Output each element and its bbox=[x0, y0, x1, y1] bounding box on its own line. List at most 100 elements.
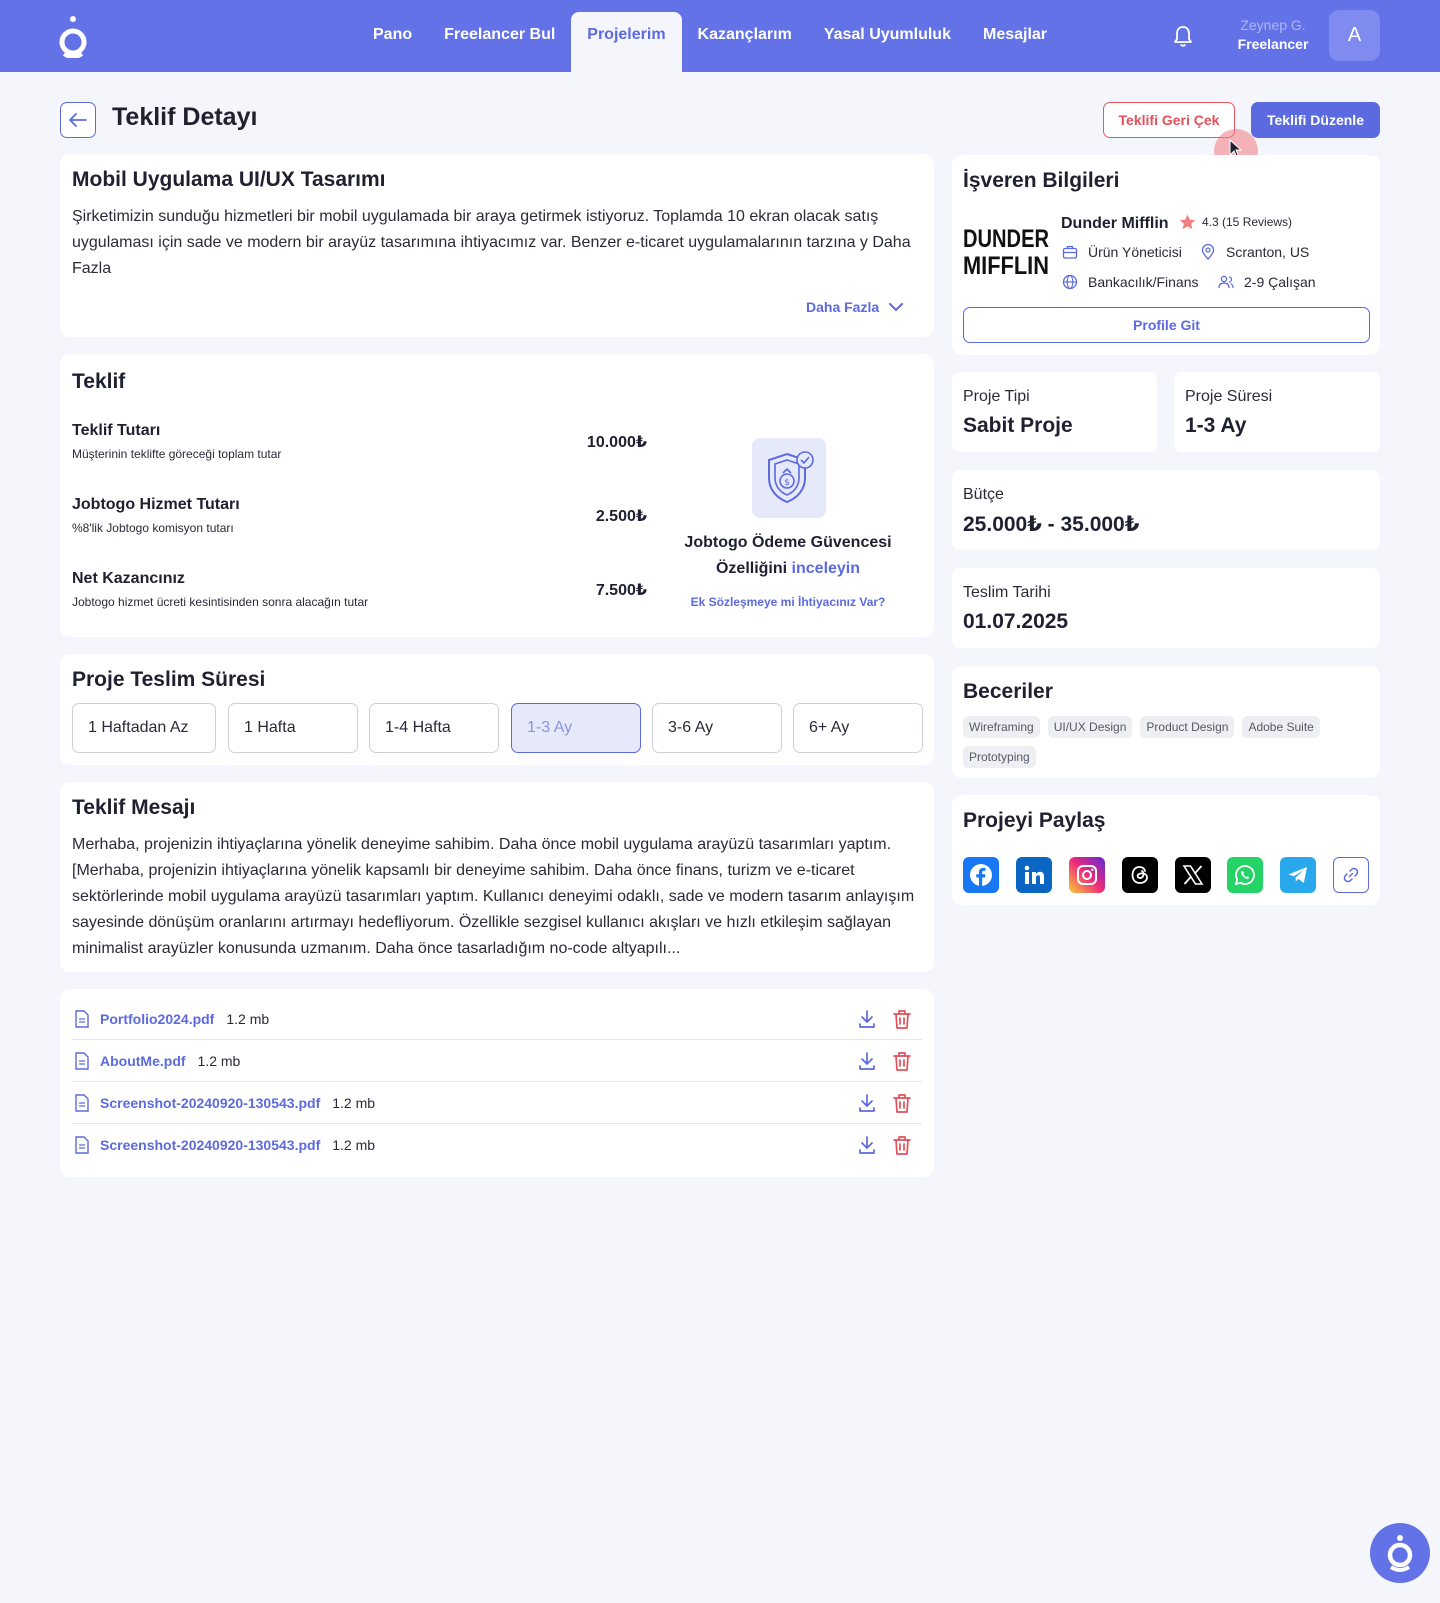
net-earning-label: Net Kazancınız bbox=[72, 570, 185, 587]
svg-text:$: $ bbox=[784, 478, 790, 488]
more-link[interactable]: Daha Fazla bbox=[806, 299, 904, 315]
bell-icon[interactable] bbox=[1172, 24, 1194, 48]
page-title: Teklif Detayı bbox=[112, 103, 258, 131]
offer-amount-value: 10.000₺ bbox=[586, 434, 647, 451]
avatar[interactable]: A bbox=[1329, 10, 1380, 61]
budget-label: Bütçe bbox=[963, 486, 1004, 503]
whatsapp-icon[interactable] bbox=[1227, 857, 1263, 893]
file-name[interactable]: Portfolio2024.pdf bbox=[100, 1011, 214, 1027]
globe-icon bbox=[1062, 274, 1078, 290]
duration-option[interactable]: 1 Hafta bbox=[228, 703, 358, 753]
file-name[interactable]: AboutMe.pdf bbox=[100, 1053, 186, 1069]
nav-freelancer-bul[interactable]: Freelancer Bul bbox=[428, 12, 571, 72]
threads-icon[interactable] bbox=[1122, 857, 1158, 893]
net-earning-row: Net Kazancınız Jobtogo hizmet ücreti kes… bbox=[72, 570, 647, 609]
withdraw-offer-button[interactable]: Teklifi Geri Çek bbox=[1103, 102, 1235, 138]
users-icon bbox=[1218, 275, 1234, 289]
svg-text:DUNDER: DUNDER bbox=[963, 225, 1049, 253]
trash-icon[interactable] bbox=[893, 1051, 911, 1071]
duration-option-selected[interactable]: 1-3 Ay bbox=[511, 703, 641, 753]
link-icon[interactable] bbox=[1333, 857, 1369, 893]
trash-icon[interactable] bbox=[893, 1135, 911, 1155]
app-logo-icon bbox=[1387, 1535, 1413, 1572]
x-icon[interactable] bbox=[1175, 857, 1211, 893]
facebook-icon[interactable] bbox=[963, 857, 999, 893]
back-button[interactable] bbox=[60, 102, 96, 138]
top-navbar: Pano Freelancer Bul Projelerim Kazançlar… bbox=[0, 0, 1440, 72]
offer-card: Teklif Teklif Tutarı Müşterinin teklifte… bbox=[60, 354, 934, 637]
more-label: Daha Fazla bbox=[806, 299, 880, 315]
user-name: Zeynep G. bbox=[1240, 17, 1306, 33]
file-name[interactable]: Screenshot-20240920-130543.pdf bbox=[100, 1095, 320, 1111]
service-fee-sub: %8'lik Jobtogo komisyon tutarı bbox=[72, 521, 234, 535]
employer-role-text: Ürün Yöneticisi bbox=[1088, 244, 1182, 260]
rating-text: 4.3 (15 Reviews) bbox=[1202, 215, 1293, 229]
file-size: 1.2 mb bbox=[197, 1052, 241, 1069]
skill-tag: Wireframing bbox=[963, 716, 1040, 738]
attachments-card: Portfolio2024.pdf 1.2 mb AboutMe.pdf 1.2… bbox=[60, 989, 934, 1177]
net-earning-value: 7.500₺ bbox=[595, 582, 647, 599]
duration-option[interactable]: 6+ Ay bbox=[793, 703, 923, 753]
main-nav: Pano Freelancer Bul Projelerim Kazançlar… bbox=[357, 12, 1063, 72]
project-type-card: Proje Tipi Sabit Proje bbox=[952, 372, 1157, 452]
file-size: 1.2 mb bbox=[226, 1010, 270, 1027]
trash-icon[interactable] bbox=[893, 1093, 911, 1113]
nav-pano[interactable]: Pano bbox=[357, 12, 428, 72]
offer-amount-sub: Müşterinin teklifte göreceği toplam tuta… bbox=[72, 447, 282, 461]
user-role: Freelancer bbox=[1237, 36, 1309, 52]
company-name[interactable]: Dunder Mifflin bbox=[1061, 215, 1169, 233]
duration-option[interactable]: 1-4 Hafta bbox=[369, 703, 499, 753]
employer-location: Scranton, US bbox=[1200, 244, 1309, 260]
service-fee-value: 2.500₺ bbox=[595, 508, 647, 525]
project-description: Şirketimizin sunduğu hizmetleri bir mobi… bbox=[72, 208, 911, 277]
service-fee-label: Jobtogo Hizmet Tutarı bbox=[72, 496, 240, 513]
employer-size: 2-9 Çalışan bbox=[1218, 274, 1316, 290]
file-icon bbox=[75, 1093, 89, 1112]
deadline-label: Teslim Tarihi bbox=[963, 584, 1051, 601]
offer-message-card: Teklif Mesajı Merhaba, projenizin ihtiya… bbox=[60, 782, 934, 972]
skill-tag: Product Design bbox=[1140, 716, 1235, 738]
message-text: Merhaba, projenizin ihtiyaçlarına yöneli… bbox=[72, 836, 915, 957]
download-icon[interactable] bbox=[857, 1135, 877, 1155]
project-duration-label: Proje Süresi bbox=[1185, 388, 1273, 405]
edit-offer-button[interactable]: Teklifi Düzenle bbox=[1251, 102, 1380, 138]
guarantee-line2: Özelliğini bbox=[715, 560, 788, 577]
service-fee-row: Jobtogo Hizmet Tutarı %8'lik Jobtogo kom… bbox=[72, 496, 647, 535]
file-row: AboutMe.pdf 1.2 mb bbox=[72, 1040, 922, 1082]
duration-option[interactable]: 1 Haftadan Az bbox=[72, 703, 216, 753]
support-chat-button[interactable] bbox=[1370, 1523, 1430, 1583]
telegram-icon[interactable] bbox=[1280, 857, 1316, 893]
download-icon[interactable] bbox=[857, 1093, 877, 1113]
nav-kazanclarim[interactable]: Kazançlarım bbox=[682, 12, 808, 72]
employer-card: İşveren Bilgileri DUNDER MIFFLIN Dunder … bbox=[952, 155, 1380, 355]
project-type-label: Proje Tipi bbox=[963, 388, 1030, 405]
employer-size-text: 2-9 Çalışan bbox=[1244, 274, 1316, 290]
budget-value: 25.000₺ - 35.000₺ bbox=[963, 513, 1140, 536]
deadline-card: Teslim Tarihi 01.07.2025 bbox=[952, 568, 1380, 648]
download-icon[interactable] bbox=[857, 1051, 877, 1071]
employer-sector: Bankacılık/Finans bbox=[1062, 274, 1199, 290]
file-row: Screenshot-20240920-130543.pdf 1.2 mb bbox=[72, 1124, 922, 1166]
file-name[interactable]: Screenshot-20240920-130543.pdf bbox=[100, 1137, 320, 1153]
nav-mesajlar[interactable]: Mesajlar bbox=[967, 12, 1063, 72]
file-size: 1.2 mb bbox=[332, 1094, 376, 1111]
user-meta[interactable]: Zeynep G. Freelancer bbox=[1210, 16, 1336, 54]
app-logo[interactable] bbox=[58, 14, 88, 58]
share-card: Projeyi Paylaş bbox=[952, 795, 1380, 905]
location-pin-icon bbox=[1201, 244, 1215, 260]
message-title: Teklif Mesajı bbox=[72, 796, 196, 819]
trash-icon[interactable] bbox=[893, 1009, 911, 1029]
nav-projelerim[interactable]: Projelerim bbox=[571, 12, 682, 72]
project-duration-value: 1-3 Ay bbox=[1185, 414, 1247, 437]
chevron-down-icon bbox=[889, 302, 904, 311]
nav-yasal-uyumluluk[interactable]: Yasal Uyumluluk bbox=[808, 12, 967, 72]
project-type-value: Sabit Proje bbox=[963, 414, 1073, 437]
guarantee-link[interactable]: inceleyin bbox=[792, 560, 860, 577]
contract-link[interactable]: Ek Sözleşmeye mi İhtiyacınız Var? bbox=[660, 595, 916, 609]
go-to-profile-button[interactable]: Profile Git bbox=[963, 307, 1370, 343]
instagram-icon[interactable] bbox=[1069, 857, 1105, 893]
star-icon bbox=[1179, 214, 1196, 230]
download-icon[interactable] bbox=[857, 1009, 877, 1029]
duration-option[interactable]: 3-6 Ay bbox=[652, 703, 782, 753]
linkedin-icon[interactable] bbox=[1016, 857, 1052, 893]
